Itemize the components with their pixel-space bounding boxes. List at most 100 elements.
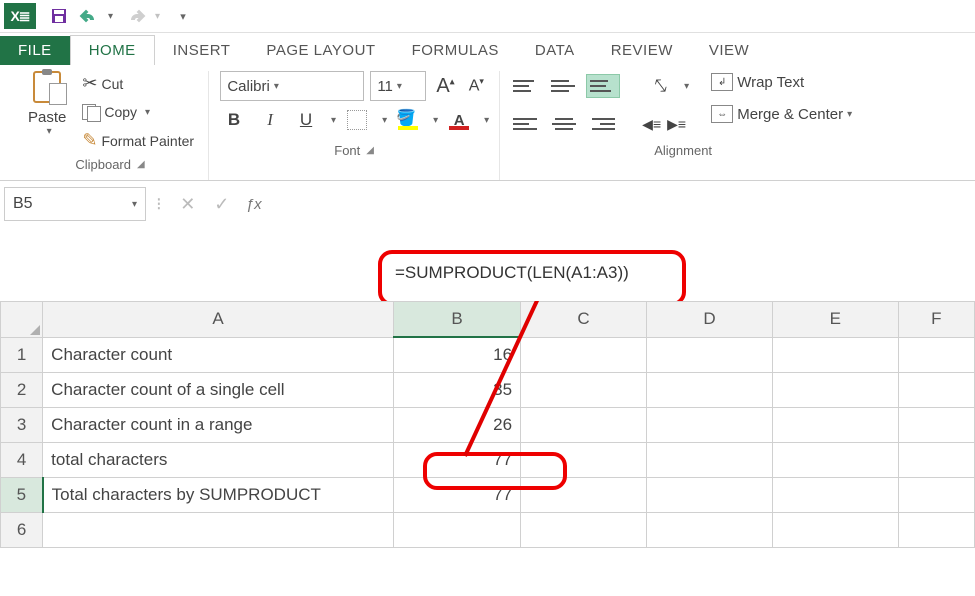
wrap-text-button[interactable]: ↲ Wrap Text	[707, 71, 856, 93]
row-header[interactable]: 3	[1, 408, 43, 443]
cell-selected[interactable]: 77	[394, 478, 521, 513]
paste-button[interactable]: Paste ▾	[22, 71, 72, 137]
enter-formula-button[interactable]: ✓	[206, 188, 238, 220]
copy-more-icon[interactable]: ▾	[145, 107, 150, 118]
cell[interactable]	[521, 513, 647, 548]
clipboard-dialog-launcher-icon[interactable]: ◢	[137, 159, 145, 170]
row-header[interactable]: 2	[1, 373, 43, 408]
font-name-select[interactable]: Calibri ▾	[220, 71, 364, 101]
increase-indent-button[interactable]: ▶≡	[667, 116, 686, 133]
column-header-A[interactable]: A	[43, 302, 394, 338]
merge-center-button[interactable]: ⇔ Merge & Center ▾	[707, 103, 856, 125]
align-right-button[interactable]	[586, 113, 618, 135]
cell[interactable]	[772, 478, 898, 513]
font-size-select[interactable]: 11 ▾	[370, 71, 426, 101]
borders-more-icon[interactable]: ▾	[382, 115, 387, 126]
insert-function-button[interactable]: ƒx	[240, 196, 268, 213]
tab-insert[interactable]: INSERT	[155, 36, 249, 65]
font-color-button[interactable]: A	[444, 105, 474, 135]
cell[interactable]	[521, 408, 647, 443]
row-header[interactable]: 1	[1, 337, 43, 373]
tab-review[interactable]: REVIEW	[593, 36, 691, 65]
cell[interactable]	[647, 443, 773, 478]
borders-button[interactable]	[342, 105, 372, 135]
cell[interactable]	[898, 408, 974, 443]
align-top-button[interactable]	[510, 75, 542, 97]
row-header[interactable]: 4	[1, 443, 43, 478]
cell[interactable]: 35	[394, 373, 521, 408]
cell[interactable]: 16	[394, 337, 521, 373]
align-middle-button[interactable]	[548, 75, 580, 97]
column-header-E[interactable]: E	[772, 302, 898, 338]
cut-button[interactable]: ✂ Cut	[78, 71, 198, 96]
cell[interactable]	[521, 478, 647, 513]
cell[interactable]: total characters	[43, 443, 394, 478]
underline-more-icon[interactable]: ▾	[331, 115, 336, 126]
cell[interactable]: Total characters by SUMPRODUCT	[43, 478, 394, 513]
formula-bar-input[interactable]	[270, 188, 971, 220]
cell[interactable]	[898, 478, 974, 513]
tab-view[interactable]: VIEW	[691, 36, 767, 65]
cell[interactable]	[647, 408, 773, 443]
select-all-corner[interactable]	[1, 302, 43, 338]
fill-more-icon[interactable]: ▾	[433, 115, 438, 126]
column-header-C[interactable]: C	[521, 302, 647, 338]
decrease-indent-button[interactable]: ◀≡	[642, 116, 661, 133]
tab-file[interactable]: FILE	[0, 36, 70, 65]
format-painter-button[interactable]: ✎ Format Painter	[78, 128, 198, 153]
orientation-button[interactable]: ⤡	[644, 71, 674, 101]
undo-more-icon[interactable]: ▾	[108, 11, 113, 22]
cell[interactable]: 77	[394, 443, 521, 478]
row-header[interactable]: 6	[1, 513, 43, 548]
redo-more-icon[interactable]: ▾	[155, 11, 160, 22]
tab-home[interactable]: HOME	[70, 35, 155, 65]
tab-page-layout[interactable]: PAGE LAYOUT	[248, 36, 393, 65]
cell[interactable]	[43, 513, 394, 548]
name-box[interactable]: B5 ▾	[4, 187, 146, 221]
align-left-button[interactable]	[510, 113, 542, 135]
undo-button[interactable]	[76, 3, 102, 29]
cell[interactable]	[898, 443, 974, 478]
qat-customize-icon[interactable]: ▾	[170, 3, 196, 29]
cell[interactable]	[647, 337, 773, 373]
redo-button[interactable]	[123, 3, 149, 29]
column-header-D[interactable]: D	[647, 302, 773, 338]
cell[interactable]	[647, 373, 773, 408]
cell[interactable]	[772, 373, 898, 408]
cell[interactable]	[521, 337, 647, 373]
fill-color-button[interactable]: 🪣	[393, 105, 423, 135]
align-center-button[interactable]	[548, 113, 580, 135]
copy-button[interactable]: Copy ▾	[78, 102, 198, 122]
font-color-more-icon[interactable]: ▾	[484, 115, 489, 126]
column-header-F[interactable]: F	[898, 302, 974, 338]
align-bottom-button[interactable]	[586, 74, 620, 98]
cancel-formula-button[interactable]: ✕	[172, 188, 204, 220]
italic-button[interactable]: I	[255, 105, 285, 135]
cell[interactable]	[394, 513, 521, 548]
cell[interactable]	[898, 373, 974, 408]
cell[interactable]	[898, 337, 974, 373]
decrease-font-button[interactable]: A▾	[465, 76, 488, 95]
cell[interactable]: Character count in a range	[43, 408, 394, 443]
cell[interactable]	[898, 513, 974, 548]
cell[interactable]	[521, 443, 647, 478]
tab-formulas[interactable]: FORMULAS	[394, 36, 517, 65]
cell[interactable]: Character count	[43, 337, 394, 373]
underline-button[interactable]: U	[291, 105, 321, 135]
cell[interactable]	[772, 337, 898, 373]
cell[interactable]: Character count of a single cell	[43, 373, 394, 408]
cell[interactable]	[772, 408, 898, 443]
bold-button[interactable]: B	[219, 105, 249, 135]
save-button[interactable]	[46, 3, 72, 29]
tab-data[interactable]: DATA	[517, 36, 593, 65]
cell[interactable]	[772, 443, 898, 478]
orientation-more-icon[interactable]: ▾	[684, 81, 689, 92]
increase-font-button[interactable]: A▴	[432, 75, 458, 98]
merge-more-icon[interactable]: ▾	[847, 109, 852, 120]
cell[interactable]	[647, 478, 773, 513]
row-header[interactable]: 5	[1, 478, 43, 513]
cell[interactable]: 26	[394, 408, 521, 443]
column-header-B[interactable]: B	[394, 302, 521, 338]
cell[interactable]	[521, 373, 647, 408]
paste-more-icon[interactable]: ▾	[47, 126, 52, 137]
